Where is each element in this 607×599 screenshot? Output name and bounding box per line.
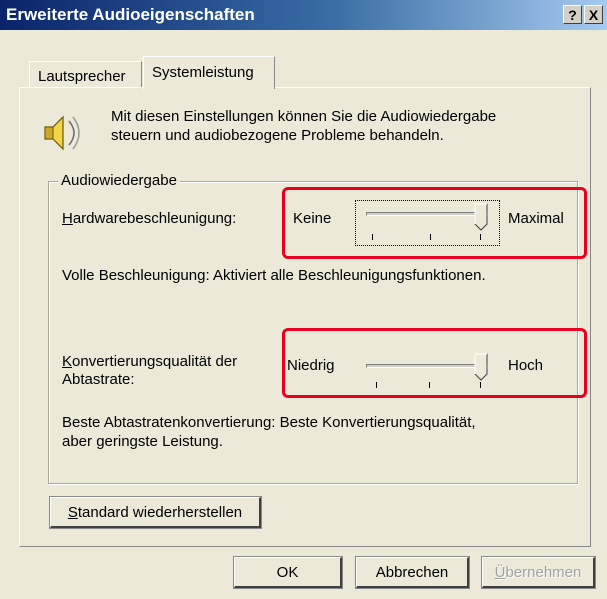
intro-text-line2: steuern und audiobezogene Probleme behan… <box>111 127 444 144</box>
ok-button[interactable]: OK <box>233 556 343 589</box>
restore-defaults-button[interactable]: Standard wiederherstellen <box>49 496 262 529</box>
conversion-quality-label-line2: Abtastrate: <box>62 371 135 388</box>
close-button[interactable]: X <box>584 5 603 24</box>
dialog-window: Erweiterte Audioeigenschaften ? X Lautsp… <box>0 0 607 599</box>
conversion-quality-label: Konvertierungsqualität der <box>62 353 238 370</box>
title-bar[interactable]: Erweiterte Audioeigenschaften ? X <box>0 0 607 30</box>
cancel-button[interactable]: Abbrechen <box>355 556 470 589</box>
apply-button[interactable]: Übernehmen <box>481 556 596 589</box>
tab-label: Lautsprecher <box>38 68 126 85</box>
hardware-acceleration-label: Hardwarebeschleunigung: <box>62 210 237 227</box>
tab-systemleistung[interactable]: Systemleistung <box>143 56 275 89</box>
tab-label: Systemleistung <box>152 64 254 81</box>
intro-text-line1: Mit diesen Einstellungen können Sie die … <box>111 108 497 125</box>
conversion-description-line2: aber geringste Leistung. <box>62 433 223 450</box>
hardware-description: Volle Beschleunigung: Aktiviert alle Bes… <box>62 267 486 284</box>
group-title: Audiowiedergabe <box>58 172 180 189</box>
conversion-description-line1: Beste Abtastratenkonvertierung: Beste Ko… <box>62 414 476 431</box>
conversion-highlight-box <box>282 328 587 398</box>
speaker-icon <box>44 115 80 151</box>
help-button[interactable]: ? <box>563 5 582 24</box>
hardware-highlight-box <box>282 187 587 259</box>
window-title: Erweiterte Audioeigenschaften <box>6 5 255 24</box>
tab-lautsprecher[interactable]: Lautsprecher <box>29 61 142 89</box>
